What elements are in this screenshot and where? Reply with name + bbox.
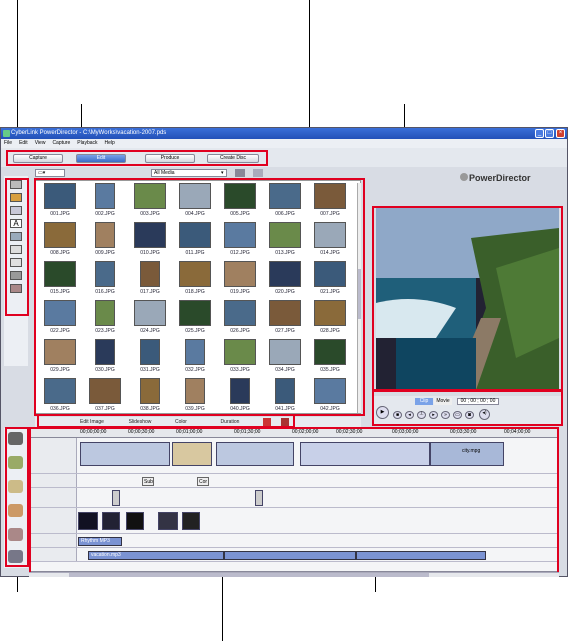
title-bar: CyberLink PowerDirector - C:\MyWorks\vac… — [1, 128, 567, 139]
library-buttons-highlight — [37, 414, 295, 428]
maximize-button[interactable]: □ — [545, 129, 554, 138]
preview-highlight — [372, 206, 563, 391]
mode-bar: Capture Edit Produce Create Disc PowerDi… — [1, 148, 567, 183]
mode-bar-highlight — [6, 150, 268, 166]
close-button[interactable]: × — [556, 129, 565, 138]
import-media-button[interactable]: ▭▾ — [35, 169, 65, 177]
powerdirector-logo-icon — [460, 173, 468, 181]
brand-name: PowerDirector — [469, 173, 531, 183]
menu-playback[interactable]: Playback — [77, 140, 97, 146]
menu-help[interactable]: Help — [105, 140, 115, 146]
library-toolbar: ▭▾ All Media ▾ — [35, 168, 365, 178]
scene-detect-icon[interactable] — [253, 169, 263, 177]
timeline-tools-highlight — [5, 427, 29, 567]
filter-dropdown-icon: ▾ — [221, 170, 224, 176]
playback-highlight — [372, 390, 563, 426]
menu-view[interactable]: View — [35, 140, 46, 146]
rooms-highlight — [5, 178, 29, 316]
window-title: CyberLink PowerDirector - C:\MyWorks\vac… — [11, 130, 167, 136]
menu-file[interactable]: File — [4, 140, 12, 146]
timeline-highlight — [29, 427, 559, 575]
minimize-button[interactable]: _ — [535, 129, 544, 138]
app-icon — [3, 130, 10, 137]
app-window: CyberLink PowerDirector - C:\MyWorks\vac… — [0, 127, 568, 577]
timeline-scrollbar[interactable] — [29, 572, 559, 577]
media-filter-select[interactable]: All Media — [151, 169, 227, 177]
menu-edit[interactable]: Edit — [19, 140, 28, 146]
menu-capture[interactable]: Capture — [52, 140, 70, 146]
menu-bar: File Edit View Capture Playback Help — [1, 139, 567, 148]
view-mode-icon[interactable] — [235, 169, 245, 177]
library-highlight — [34, 178, 365, 416]
